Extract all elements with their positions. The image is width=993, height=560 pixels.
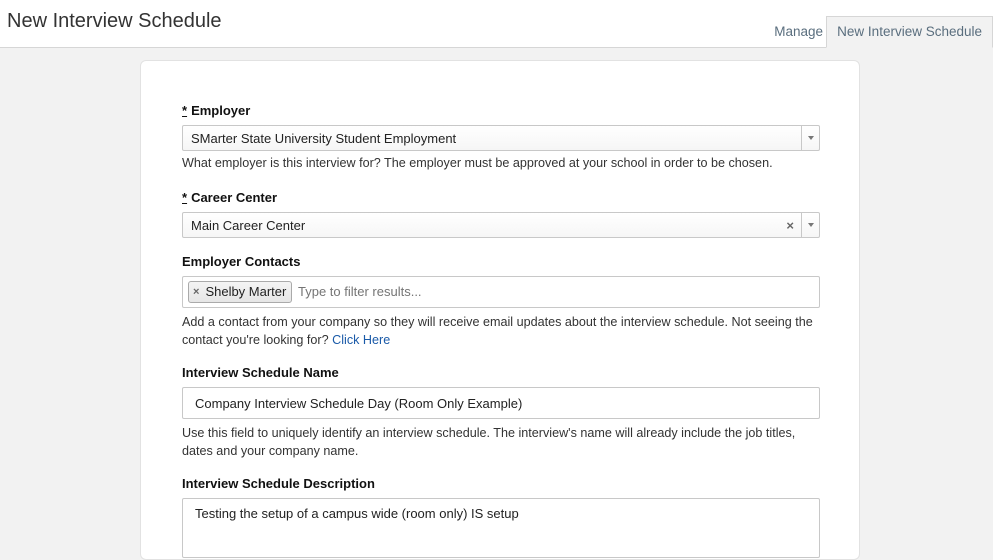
schedule-description-label: Interview Schedule Description <box>182 476 375 491</box>
page-title: New Interview Schedule <box>7 10 222 32</box>
employer-contacts-help: Add a contact from your company so they … <box>182 315 813 347</box>
career-center-label: * Career Center <box>182 190 277 205</box>
required-marker: * <box>182 190 188 205</box>
tab-new-interview-schedule[interactable]: New Interview Schedule <box>826 16 993 48</box>
contacts-filter-input[interactable] <box>298 284 698 299</box>
employer-contacts-label: Employer Contacts <box>182 254 301 269</box>
employer-label-text: Employer <box>191 103 251 118</box>
employer-select[interactable]: SMarter State University Student Employm… <box>182 125 820 151</box>
employer-select-value: SMarter State University Student Employm… <box>191 131 457 146</box>
schedule-name-input[interactable] <box>182 387 820 419</box>
employer-label: * Employer <box>182 103 250 118</box>
chevron-down-icon[interactable] <box>801 126 819 150</box>
employer-contacts-multiselect[interactable]: × Shelby Marter <box>182 276 820 308</box>
form-card: * Employer SMarter State University Stude… <box>140 60 860 560</box>
career-center-select-value: Main Career Center <box>191 218 306 233</box>
schedule-description-textarea[interactable]: Testing the setup of a campus wide (room… <box>182 498 820 558</box>
remove-chip-icon[interactable]: × <box>193 282 199 302</box>
career-center-label-text: Career Center <box>191 190 278 205</box>
clear-icon[interactable]: × <box>786 218 794 233</box>
chevron-down-icon[interactable] <box>801 213 819 237</box>
required-marker: * <box>182 103 188 118</box>
employer-help-text: What employer is this interview for? The… <box>182 156 773 170</box>
schedule-name-help-text: Use this field to uniquely identify an i… <box>182 426 796 458</box>
top-bar: New Interview Schedule Manage New Interv… <box>0 0 993 48</box>
contact-chip: × Shelby Marter <box>188 281 293 303</box>
click-here-link[interactable]: Click Here <box>332 333 390 347</box>
schedule-name-label: Interview Schedule Name <box>182 365 339 380</box>
career-center-select[interactable]: Main Career Center × <box>182 212 820 238</box>
tab-manage[interactable]: Manage <box>764 17 833 48</box>
employer-contacts-help-text: Add a contact from your company so they … <box>182 313 822 349</box>
contact-chip-label: Shelby Marter <box>205 284 287 299</box>
